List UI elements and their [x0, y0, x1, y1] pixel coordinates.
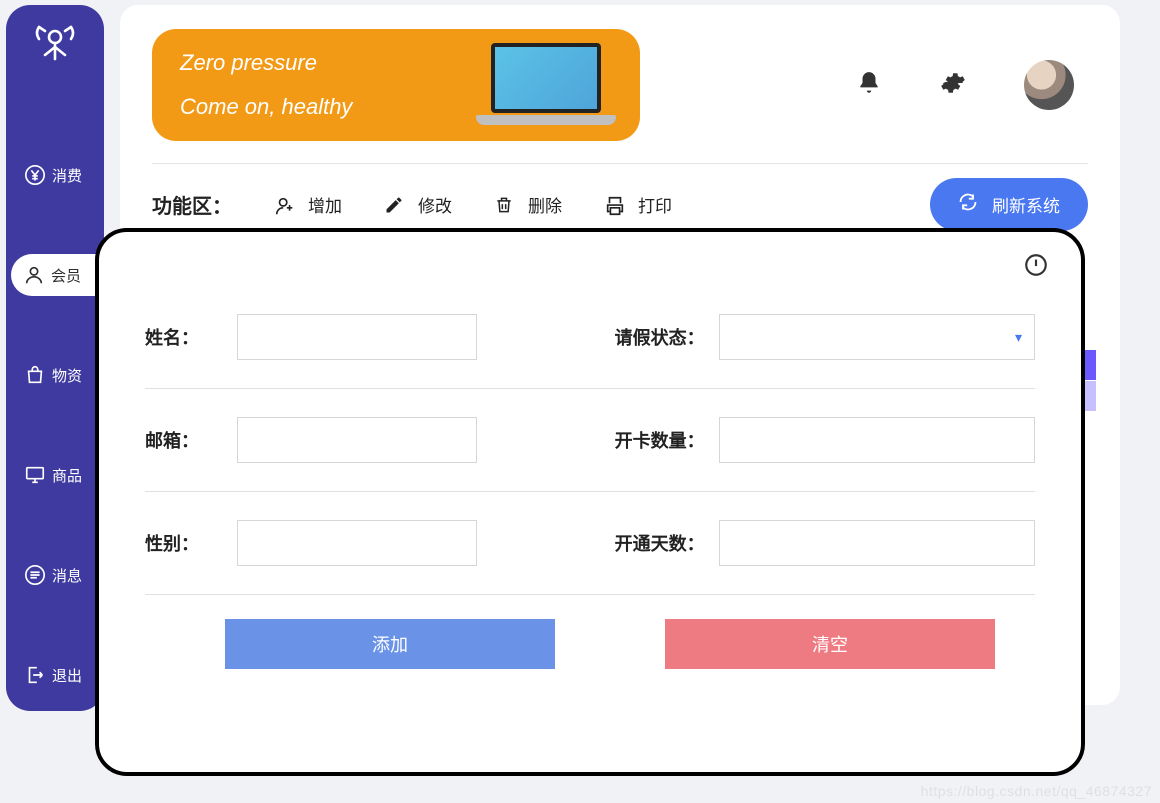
submit-button[interactable]: 添加 — [225, 619, 555, 669]
divider — [152, 163, 1088, 164]
sidebar-item-exit[interactable]: 退出 — [6, 654, 104, 696]
avatar[interactable] — [1024, 60, 1074, 110]
gear-icon[interactable] — [940, 70, 966, 101]
open-days-input[interactable] — [719, 520, 1035, 566]
toolbar: 功能区： 增加 修改 删除 打印 — [152, 178, 1088, 231]
monitor-icon — [24, 464, 46, 486]
sidebar-item-message[interactable]: 消息 — [6, 554, 104, 596]
pencil-icon — [384, 195, 404, 215]
sidebar-item-label: 商品 — [52, 465, 82, 486]
refresh-label: 刷新系统 — [992, 192, 1060, 217]
tool-label: 增加 — [308, 192, 342, 217]
header: Zero pressure Come on, healthy — [152, 29, 1088, 141]
name-label: 姓名： — [145, 324, 237, 350]
email-label: 邮箱： — [145, 427, 237, 453]
tool-label: 打印 — [638, 192, 672, 217]
laptop-image — [476, 43, 616, 133]
add-user-icon — [274, 195, 294, 215]
sidebar-item-label: 退出 — [52, 665, 82, 686]
clear-label: 清空 — [812, 631, 848, 657]
sidebar-item-label: 会员 — [51, 265, 81, 286]
leave-status-select[interactable]: ▾ — [719, 314, 1035, 360]
chevron-down-icon: ▾ — [1015, 329, 1022, 346]
sidebar-item-goods[interactable]: 商品 — [6, 454, 104, 496]
print-icon — [604, 195, 624, 215]
message-icon — [24, 564, 46, 586]
refresh-icon — [958, 192, 978, 217]
submit-label: 添加 — [372, 631, 408, 657]
open-days-label: 开通天数： — [590, 530, 719, 556]
member-form-modal: 姓名： 请假状态： ▾ 邮箱： 开卡数量： 性别： 开通天数： — [95, 228, 1085, 776]
sidebar-item-spend[interactable]: 消费 — [6, 154, 104, 196]
close-button[interactable] — [1023, 252, 1049, 283]
sidebar-item-label: 消费 — [52, 165, 82, 186]
sidebar: 消费 会员 物资 商品 消息 退出 — [6, 5, 104, 711]
print-button[interactable]: 打印 — [604, 192, 672, 217]
bag-icon — [24, 364, 46, 386]
sidebar-item-label: 物资 — [52, 365, 82, 386]
app-logo — [23, 19, 87, 74]
refresh-button[interactable]: 刷新系统 — [930, 178, 1088, 231]
user-icon — [23, 264, 45, 286]
gender-input[interactable] — [237, 520, 477, 566]
banner-line2: Come on, healthy — [180, 85, 352, 129]
card-count-label: 开卡数量： — [590, 427, 719, 453]
tool-label: 删除 — [528, 192, 562, 217]
card-count-input[interactable] — [719, 417, 1035, 463]
clear-button[interactable]: 清空 — [665, 619, 995, 669]
watermark: https://blog.csdn.net/qq_46874327 — [921, 783, 1152, 799]
tool-label: 修改 — [418, 192, 452, 217]
leave-status-label: 请假状态： — [590, 324, 719, 350]
sidebar-item-label: 消息 — [52, 565, 82, 586]
gender-label: 性别： — [145, 530, 237, 556]
name-input[interactable] — [237, 314, 477, 360]
toolbar-section-label: 功能区： — [152, 190, 232, 219]
yen-icon — [24, 164, 46, 186]
edit-button[interactable]: 修改 — [384, 192, 452, 217]
email-input[interactable] — [237, 417, 477, 463]
trash-icon — [494, 195, 514, 215]
add-button[interactable]: 增加 — [274, 192, 342, 217]
banner-line1: Zero pressure — [180, 41, 352, 85]
delete-button[interactable]: 删除 — [494, 192, 562, 217]
promo-banner: Zero pressure Come on, healthy — [152, 29, 640, 141]
exit-icon — [24, 664, 46, 686]
bell-icon[interactable] — [856, 70, 882, 101]
sidebar-item-supply[interactable]: 物资 — [6, 354, 104, 396]
